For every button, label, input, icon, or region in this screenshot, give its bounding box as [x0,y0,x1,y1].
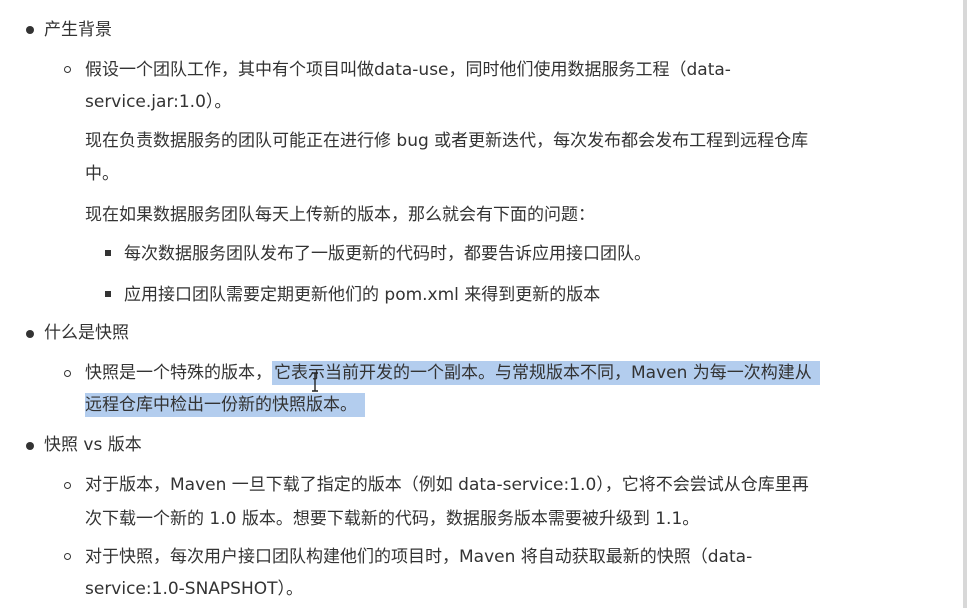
selected-text[interactable]: 它表示当前开发的一个副本。与常规版本不同，Maven 为每一次构建从 [272,361,820,385]
paragraph-line: 对于版本，Maven 一旦下载了指定的版本（例如 data-service:1.… [85,475,809,495]
list-item: 应用接口团队需要定期更新他们的 pom.xml 来得到更新的版本 [124,285,601,305]
paragraph-line: 对于快照，每次用户接口团队构建他们的项目时，Maven 将自动获取最新的快照（d… [85,547,753,567]
bullet-square [105,291,111,297]
plain-text: 快照是一个特殊的版本， [85,363,272,383]
paragraph-line: 次下载一个新的 1.0 版本。想要下载新的代码，数据服务版本需要被升级到 1.1… [85,509,700,529]
paragraph-line: 假设一个团队工作，其中有个项目叫做data-use，同时他们使用数据服务工程（d… [85,60,731,80]
section-title-snapshot: 什么是快照 [44,323,129,343]
paragraph-line: 中。 [85,164,119,184]
paragraph-line: 现在负责数据服务的团队可能正在进行修 bug 或者更新迭代，每次发布都会发布工程… [85,131,809,151]
paragraph-line: 现在如果数据服务团队每天上传新的版本，那么就会有下面的问题： [85,205,595,225]
bullet-square [105,250,111,256]
bullet-circle [64,66,71,73]
bullet-disc [26,442,34,450]
bullet-circle [64,553,71,560]
bullet-disc [26,26,34,34]
list-item: 每次数据服务团队发布了一版更新的代码时，都要告诉应用接口团队。 [124,244,651,264]
scrollbar-track[interactable] [963,0,967,608]
bullet-circle [64,482,71,489]
bullet-circle [64,370,71,377]
selected-text[interactable]: 远程仓库中检出一份新的快照版本。 [85,393,365,417]
bullet-disc [26,330,34,338]
section-title-snapshot-vs-version: 快照 vs 版本 [44,435,142,455]
paragraph-line: 远程仓库中检出一份新的快照版本。 [85,393,365,417]
paragraph-line: service.jar:1.0）。 [85,92,232,112]
text-cursor-icon [312,372,318,392]
paragraph-line: 快照是一个特殊的版本， 它表示当前开发的一个副本。与常规版本不同，Maven 为每… [85,361,820,385]
paragraph-line: service:1.0-SNAPSHOT）。 [85,579,304,599]
section-title-background: 产生背景 [44,20,112,40]
